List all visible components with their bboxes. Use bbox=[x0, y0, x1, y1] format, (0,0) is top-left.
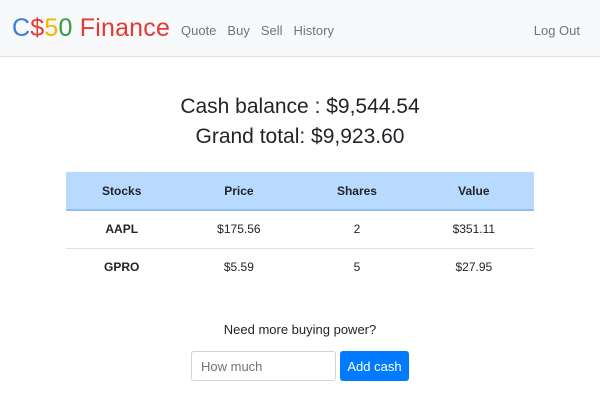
table-row: AAPL $175.56 2 $351.11 bbox=[66, 209, 534, 248]
nav-links: Quote Buy Sell History bbox=[181, 23, 345, 39]
cell-symbol: GPRO bbox=[66, 247, 178, 286]
header-stocks: Stocks bbox=[66, 172, 178, 211]
cell-value: $351.11 bbox=[413, 209, 534, 248]
brand-letter-dollar: $ bbox=[30, 14, 45, 42]
cash-amount-input[interactable] bbox=[191, 351, 336, 381]
logout-link[interactable]: Log Out bbox=[534, 23, 580, 39]
add-cash-button[interactable]: Add cash bbox=[340, 351, 409, 381]
cell-shares: 5 bbox=[300, 247, 414, 286]
nav-link-quote[interactable]: Quote bbox=[181, 23, 216, 39]
header-shares: Shares bbox=[300, 172, 414, 211]
brand-letter-5: 5 bbox=[44, 14, 59, 42]
grand-total: Grand total: $9,923.60 bbox=[195, 125, 405, 148]
nav-link-history[interactable]: History bbox=[294, 23, 334, 39]
cell-symbol: AAPL bbox=[66, 209, 178, 248]
nav-link-buy[interactable]: Buy bbox=[227, 23, 249, 39]
cell-price: $5.59 bbox=[177, 247, 301, 286]
navbar: C$50 Finance Quote Buy Sell History Log … bbox=[0, 0, 600, 57]
brand-logo[interactable]: C$50 Finance bbox=[12, 13, 170, 43]
balance-summary: Cash balance : $9,544.54 Grand total: $9… bbox=[0, 92, 600, 152]
table-header-row: Stocks Price Shares Value bbox=[66, 172, 534, 211]
brand-word-finance: Finance bbox=[72, 14, 171, 42]
header-value: Value bbox=[413, 172, 534, 211]
header-price: Price bbox=[177, 172, 301, 211]
cell-price: $175.56 bbox=[177, 209, 301, 248]
brand-letter-c: C bbox=[12, 14, 31, 42]
cash-balance: Cash balance : $9,544.54 bbox=[180, 95, 420, 118]
nav-link-sell[interactable]: Sell bbox=[261, 23, 283, 39]
cell-shares: 2 bbox=[300, 209, 414, 248]
cell-value: $27.95 bbox=[413, 247, 534, 286]
buying-power-prompt: Need more buying power? bbox=[223, 322, 377, 337]
table-row: GPRO $5.59 5 $27.95 bbox=[66, 247, 534, 286]
brand-letter-0: 0 bbox=[58, 14, 73, 42]
portfolio-table: Stocks Price Shares Value AAPL $175.56 2… bbox=[66, 172, 534, 286]
